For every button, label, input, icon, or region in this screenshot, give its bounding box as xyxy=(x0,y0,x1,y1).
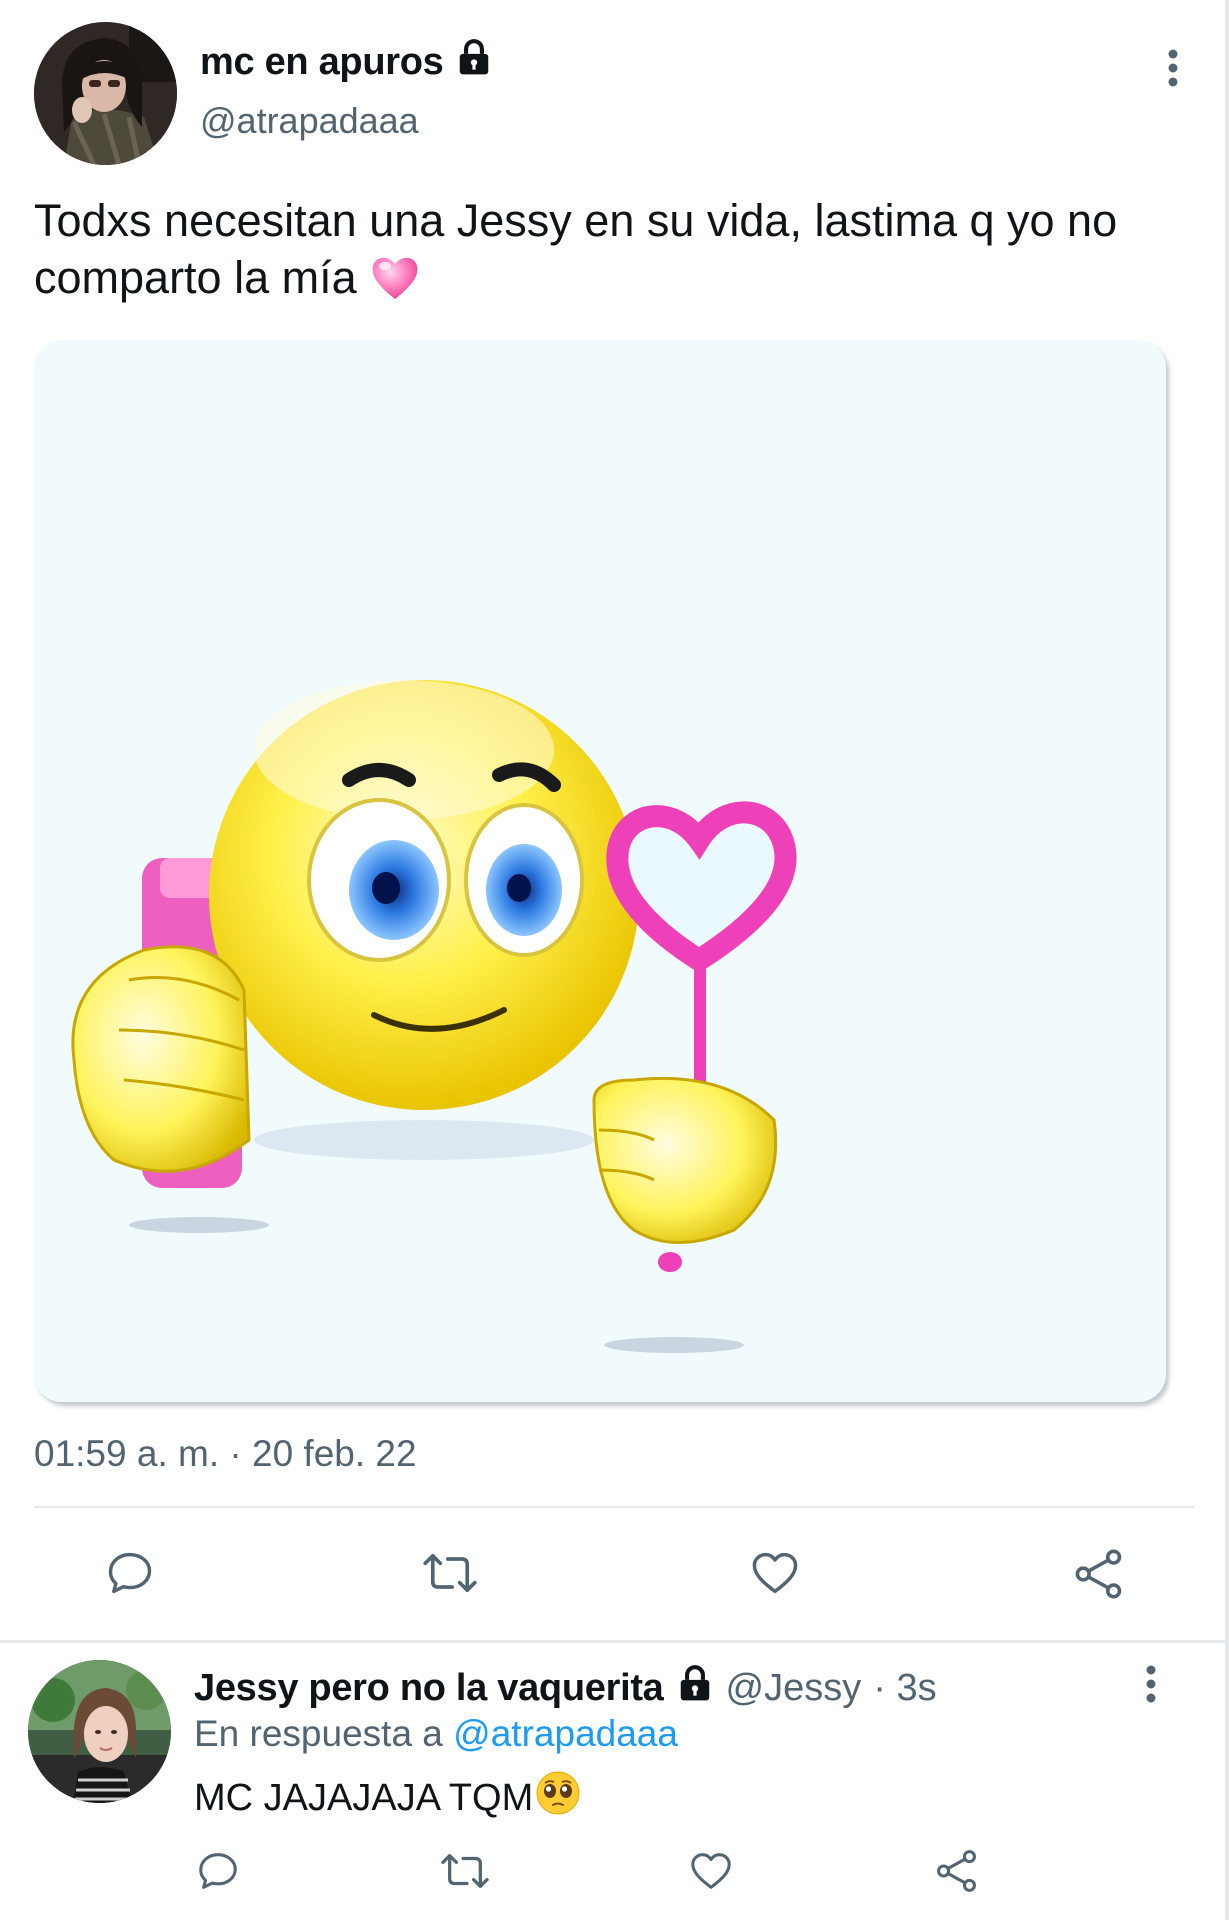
more-options-icon[interactable] xyxy=(1143,1664,1159,1709)
more-options-icon[interactable] xyxy=(1165,48,1181,93)
section-divider xyxy=(0,1640,1225,1643)
heart-emoji-icon xyxy=(367,249,423,318)
lock-icon xyxy=(676,1664,714,1712)
reply-text: MC JAJAJAJA TQM xyxy=(194,1770,581,1826)
in-reply-to-prefix: En respuesta a xyxy=(194,1713,443,1754)
like-icon[interactable] xyxy=(748,1547,802,1604)
author-name[interactable]: mc en apuros xyxy=(200,38,493,86)
retweet-icon[interactable] xyxy=(422,1547,478,1604)
lock-icon xyxy=(455,38,493,86)
retweet-icon[interactable] xyxy=(440,1848,490,1899)
tweet-text-body: Todxs necesitan una Jessy en su vida, la… xyxy=(34,195,1118,303)
share-icon[interactable] xyxy=(934,1848,980,1899)
reply-time: · 3s xyxy=(873,1666,937,1709)
author-name-text: mc en apuros xyxy=(200,40,444,83)
scroll-edge xyxy=(1225,0,1229,1920)
reply-author-name[interactable]: Jessy pero no la vaquerita xyxy=(194,1667,664,1710)
tweet-text: Todxs necesitan una Jessy en su vida, la… xyxy=(34,192,1184,318)
reply-mention-link[interactable]: @atrapadaaa xyxy=(453,1713,678,1754)
reply-text-body: MC JAJAJAJA TQM xyxy=(194,1776,534,1819)
pleading-face-emoji-icon xyxy=(535,1770,581,1826)
emoji-with-phone-and-heart-image xyxy=(34,340,1166,1402)
author-handle[interactable]: @atrapadaaa xyxy=(200,100,419,142)
reply-author-handle[interactable]: @Jessy xyxy=(726,1667,862,1710)
share-icon[interactable] xyxy=(1072,1547,1126,1606)
reply-icon[interactable] xyxy=(195,1848,241,1899)
tweet-media-image[interactable] xyxy=(34,340,1166,1402)
in-reply-to: En respuesta a @atrapadaaa xyxy=(194,1713,678,1755)
like-icon[interactable] xyxy=(688,1848,734,1899)
reply-header: Jessy pero no la vaquerita @Jessy · 3s xyxy=(194,1664,937,1712)
reply-author-avatar[interactable] xyxy=(28,1660,171,1803)
author-avatar[interactable] xyxy=(34,22,177,165)
tweet-timestamp[interactable]: 01:59 a. m. · 20 feb. 22 xyxy=(34,1433,417,1475)
divider xyxy=(34,1506,1194,1508)
reply-icon[interactable] xyxy=(104,1547,156,1604)
